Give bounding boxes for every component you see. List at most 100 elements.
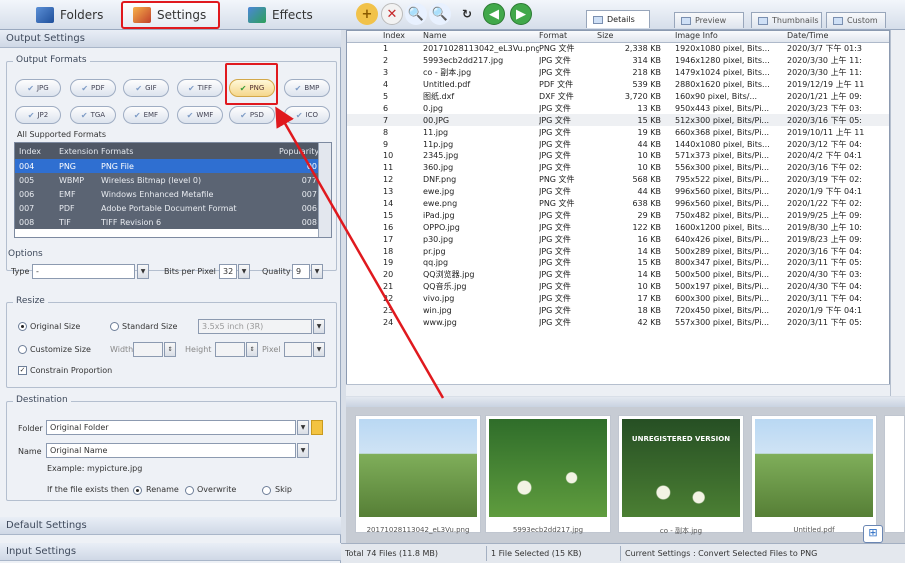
format-button-emf[interactable]: ✔ EMF bbox=[123, 106, 169, 124]
default-settings-header[interactable]: Default Settings bbox=[0, 517, 341, 535]
file-row[interactable]: 12 DNF.png PNG 文件 568 KB 795x522 pixel, Bits… bbox=[347, 174, 889, 186]
type-select[interactable]: - bbox=[32, 264, 135, 279]
file-row[interactable]: 19 qq.jpg JPG 文件 15 KB 800x347 pixel, Bits/P… bbox=[347, 257, 889, 269]
col-date-time[interactable]: Date/Time bbox=[781, 31, 877, 42]
file-row[interactable]: ✓700.JPGJPG 文件15 KB512x300 pixel, Bits/P… bbox=[347, 114, 889, 127]
format-button-jpg[interactable]: ✔ JPG bbox=[15, 79, 61, 97]
folder-dropdown-icon[interactable]: ▼ bbox=[297, 420, 309, 435]
file-row[interactable]: 13 ewe.jpg JPG 文件 44 KB 996x560 pixel, Bits/… bbox=[347, 186, 889, 198]
original-size-radio[interactable] bbox=[18, 322, 27, 331]
unit-select[interactable] bbox=[284, 342, 312, 357]
back-button[interactable]: ◀ bbox=[483, 3, 505, 25]
format-button-pdf[interactable]: ✔ PDF bbox=[70, 79, 116, 97]
thumbnail-item-partial[interactable] bbox=[884, 415, 905, 533]
file-row[interactable]: 23 win.jpg JPG 文件 18 KB 720x450 pixel, Bits/… bbox=[347, 305, 889, 317]
col-index[interactable]: Index bbox=[15, 147, 59, 156]
tab-folders[interactable]: Folders bbox=[30, 2, 120, 28]
browse-folder-icon[interactable] bbox=[311, 420, 323, 435]
col-popularity[interactable]: Popularity bbox=[279, 147, 321, 156]
tab-settings[interactable]: Settings bbox=[121, 1, 220, 29]
standard-size-dropdown-icon[interactable]: ▼ bbox=[313, 319, 325, 334]
formats-table-row[interactable]: 005 WBMP Wireless Bitmap (level 0) 077 bbox=[15, 173, 331, 187]
format-button-bmp[interactable]: ✔ BMP bbox=[284, 79, 330, 97]
remove-button[interactable]: ✕ bbox=[381, 3, 403, 25]
rotate-icon[interactable]: ↻ bbox=[456, 3, 478, 25]
zoom-fit-icon[interactable]: ⊞ bbox=[863, 525, 883, 543]
col-index[interactable]: Index bbox=[375, 31, 423, 42]
type-dropdown-icon[interactable]: ▼ bbox=[137, 264, 149, 279]
width-input[interactable] bbox=[133, 342, 163, 357]
skip-radio[interactable] bbox=[262, 486, 271, 495]
format-button-tiff[interactable]: ✔ TIFF bbox=[177, 79, 223, 97]
add-files-button[interactable]: + bbox=[356, 3, 378, 25]
col-size[interactable]: Size bbox=[597, 31, 669, 42]
thumbnail-item[interactable]: 5993ecb2dd217.jpg bbox=[485, 415, 611, 534]
col-image-info[interactable]: Image Info bbox=[669, 31, 781, 42]
thumbnail-item[interactable]: Untitled.pdf bbox=[751, 415, 877, 534]
view-tab-details[interactable]: Details bbox=[586, 10, 650, 28]
col-extension[interactable]: Extension bbox=[59, 147, 101, 156]
standard-size-radio[interactable] bbox=[110, 322, 119, 331]
height-spinner-icon[interactable]: ⇕ bbox=[246, 342, 258, 357]
file-row[interactable]: 15 iPad.jpg JPG 文件 29 KB 750x482 pixel, Bits… bbox=[347, 209, 889, 221]
constrain-checkbox[interactable]: ✓ bbox=[18, 366, 27, 375]
tab-effects[interactable]: Effects bbox=[244, 2, 334, 28]
height-input[interactable] bbox=[215, 342, 245, 357]
file-row[interactable]: 11 360.jpg JPG 文件 10 KB 556x300 pixel, Bits/… bbox=[347, 162, 889, 174]
thumbnail-item[interactable]: 20171028113042_eL3Vu.png bbox=[355, 415, 481, 534]
bpp-select[interactable]: 32 bbox=[219, 264, 237, 279]
file-row[interactable]: 18 pr.jpg JPG 文件 14 KB 500x289 pixel, Bits/P… bbox=[347, 245, 889, 257]
forward-button[interactable]: ▶ bbox=[510, 3, 532, 25]
formats-table-scrollbar[interactable] bbox=[318, 143, 331, 237]
zoom-in-icon[interactable]: 🔍 bbox=[405, 3, 427, 25]
file-row[interactable]: 5 图纸.dxf DXF 文件 3,720 KB 160x90 pixel, Bits/… bbox=[347, 91, 889, 103]
rename-radio[interactable] bbox=[133, 486, 142, 495]
file-row[interactable]: 2 5993ecb2dd217.jpg JPG 文件 314 KB 1946x1280 … bbox=[347, 55, 889, 67]
file-list[interactable]: Index Name Format Size Image Info Date/T… bbox=[346, 30, 890, 396]
file-row[interactable]: 20 QQ浏览器.jpg JPG 文件 14 KB 500x500 pixel, Bit… bbox=[347, 269, 889, 281]
folder-select[interactable]: Original Folder bbox=[46, 420, 296, 435]
bpp-dropdown-icon[interactable]: ▼ bbox=[238, 264, 250, 279]
standard-size-select[interactable]: 3.5x5 inch (3R) bbox=[198, 319, 312, 334]
formats-table-row[interactable]: 004 PNG PNG File 00 bbox=[15, 159, 331, 173]
format-button-jp2[interactable]: ✔ JP2 bbox=[15, 106, 61, 124]
col-name[interactable]: Name bbox=[423, 31, 539, 42]
file-row[interactable]: 8 11.jpg JPG 文件 19 KB 660x368 pixel, Bits/Pi… bbox=[347, 126, 889, 138]
view-tab-thumbnails[interactable]: Thumbnails bbox=[751, 12, 822, 28]
file-row[interactable]: 21 QQ音乐.jpg JPG 文件 10 KB 500x197 pixel, Bits… bbox=[347, 281, 889, 293]
view-tab-preview[interactable]: Preview bbox=[674, 12, 744, 28]
output-settings-header[interactable]: Output Settings bbox=[0, 30, 341, 48]
quality-dropdown-icon[interactable]: ▼ bbox=[311, 264, 323, 279]
formats-table[interactable]: Index Extension Formats Popularity 004 P… bbox=[14, 142, 332, 238]
file-row[interactable]: 16 OPPO.jpg JPG 文件 122 KB 1600x1200 pixel, B… bbox=[347, 221, 889, 233]
file-row[interactable]: 9 11p.jpg JPG 文件 44 KB 1440x1080 pixel, Bits… bbox=[347, 138, 889, 150]
file-row[interactable]: 24 www.jpg JPG 文件 42 KB 557x300 pixel, Bits/… bbox=[347, 316, 889, 328]
file-row[interactable]: 1 20171028113042_eL3Vu.png PNG 文件 2,338 KB 1… bbox=[347, 43, 889, 55]
formats-table-row[interactable]: 006 EMF Windows Enhanced Metafile 007 bbox=[15, 187, 331, 201]
file-row[interactable]: 14 ewe.png PNG 文件 638 KB 996x560 pixel, Bits… bbox=[347, 198, 889, 210]
quality-select[interactable]: 9 bbox=[292, 264, 310, 279]
format-button-wmf[interactable]: ✔ WMF bbox=[177, 106, 223, 124]
file-row[interactable]: 17 p30.jpg JPG 文件 16 KB 640x426 pixel, Bits/… bbox=[347, 233, 889, 245]
col-format[interactable]: Format bbox=[539, 31, 597, 42]
file-row[interactable]: 4 Untitled.pdf PDF 文件 539 KB 2880x1620 pixel… bbox=[347, 79, 889, 91]
format-button-ico[interactable]: ✔ ICO bbox=[284, 106, 330, 124]
file-row[interactable]: 6 0.jpg JPG 文件 13 KB 950x443 pixel, Bits/Pi.… bbox=[347, 102, 889, 114]
format-button-tga[interactable]: ✔ TGA bbox=[70, 106, 116, 124]
file-list-vscrollbar[interactable] bbox=[890, 30, 905, 396]
view-tab-custom[interactable]: Custom bbox=[826, 12, 886, 28]
formats-table-row[interactable]: 008 TIF TIFF Revision 6 008 bbox=[15, 215, 331, 229]
file-row[interactable]: 3 co - 副本.jpg JPG 文件 218 KB 1479x1024 pixel,… bbox=[347, 67, 889, 79]
thumbnail-item[interactable]: UNREGISTERED VERSION co - 副本.jpg bbox=[618, 415, 744, 535]
format-button-gif[interactable]: ✔ GIF bbox=[123, 79, 169, 97]
name-dropdown-icon[interactable]: ▼ bbox=[297, 443, 309, 458]
file-row[interactable]: 10 2345.jpg JPG 文件 10 KB 571x373 pixel, Bits… bbox=[347, 150, 889, 162]
file-list-hscrollbar[interactable] bbox=[346, 384, 890, 396]
panel-splitter[interactable] bbox=[346, 397, 905, 407]
formats-table-row[interactable]: 007 PDF Adobe Portable Document Format 0… bbox=[15, 201, 331, 215]
col-formats[interactable]: Formats bbox=[101, 147, 279, 156]
zoom-out-icon[interactable]: 🔍 bbox=[429, 3, 451, 25]
width-spinner-icon[interactable]: ⇕ bbox=[164, 342, 176, 357]
input-settings-header[interactable]: Input Settings bbox=[0, 543, 341, 561]
name-select[interactable]: Original Name bbox=[46, 443, 296, 458]
